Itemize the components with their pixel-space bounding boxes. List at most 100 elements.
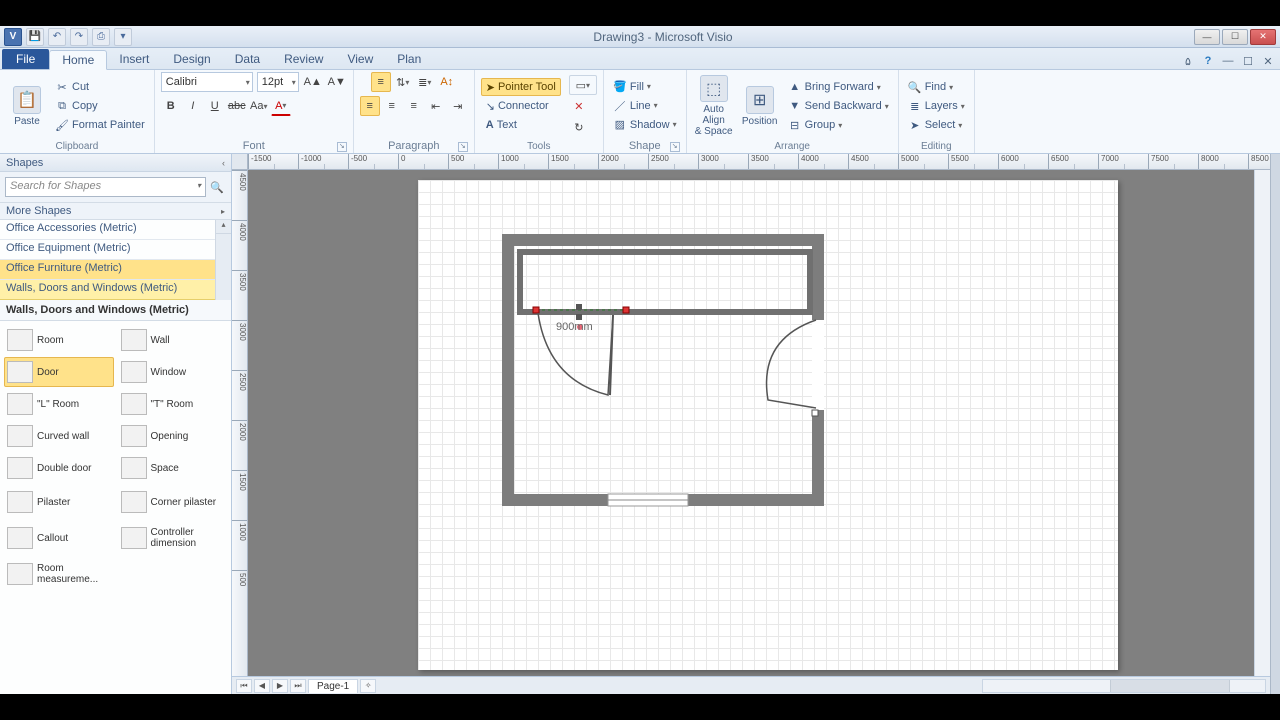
- stencil-walls-doors-windows[interactable]: Walls, Doors and Windows (Metric): [0, 280, 231, 300]
- vertical-scrollbar[interactable]: [1254, 170, 1270, 676]
- group-button[interactable]: ⊟Group: [785, 116, 892, 134]
- select-button[interactable]: ➤Select: [905, 116, 968, 134]
- window-restore-icon[interactable]: ☐: [1240, 53, 1256, 69]
- redo-icon[interactable]: ↷: [70, 28, 88, 46]
- shadow-button[interactable]: ▨Shadow: [610, 116, 680, 134]
- shape-item-corner-pilaster[interactable]: Corner pilaster: [118, 485, 228, 519]
- search-icon[interactable]: 🔍: [208, 177, 226, 197]
- layers-button[interactable]: ≣Layers: [905, 97, 968, 115]
- grow-font-button[interactable]: A▲: [303, 72, 323, 92]
- auto-align-button[interactable]: ⬚Auto Align & Space: [693, 75, 735, 137]
- find-button[interactable]: 🔍Find: [905, 78, 968, 96]
- case-button[interactable]: Aa: [249, 96, 269, 116]
- align-left-button[interactable]: ≡: [360, 96, 380, 116]
- strike-button[interactable]: abc: [227, 96, 247, 116]
- page-last-button[interactable]: ⏭: [290, 679, 306, 693]
- shape-launcher[interactable]: ↘: [670, 142, 680, 152]
- visio-icon[interactable]: V: [4, 28, 22, 46]
- stencil-office-accessories[interactable]: Office Accessories (Metric): [0, 220, 231, 240]
- font-family-combo[interactable]: Calibri: [161, 72, 253, 92]
- page-first-button[interactable]: ⏮: [236, 679, 252, 693]
- stencil-office-equipment[interactable]: Office Equipment (Metric): [0, 240, 231, 260]
- underline-button[interactable]: U: [205, 96, 225, 116]
- shape-item-controller-dimension[interactable]: Controller dimension: [118, 521, 228, 555]
- cut-button[interactable]: ✂Cut: [52, 78, 148, 96]
- shape-item-double-door[interactable]: Double door: [4, 453, 114, 483]
- search-shapes-input[interactable]: Search for Shapes: [5, 177, 206, 197]
- shape-item--t-room[interactable]: "T" Room: [118, 389, 228, 419]
- line-button[interactable]: ／Line: [610, 97, 680, 115]
- fill-button[interactable]: 🪣Fill: [610, 78, 680, 96]
- decrease-indent-button[interactable]: ⇤: [426, 96, 446, 116]
- align-right-button[interactable]: ≡: [404, 96, 424, 116]
- rotate-tool-button[interactable]: ↻: [569, 117, 589, 137]
- shape-item-callout[interactable]: Callout: [4, 521, 114, 555]
- valign-button[interactable]: ⇅: [393, 72, 413, 92]
- help-icon[interactable]: ?: [1200, 53, 1216, 69]
- tab-view[interactable]: View: [335, 49, 385, 69]
- more-shapes-header[interactable]: More Shapes▸: [0, 202, 231, 220]
- bold-button[interactable]: B: [161, 96, 181, 116]
- font-size-combo[interactable]: 12pt: [257, 72, 299, 92]
- shape-item--l-room[interactable]: "L" Room: [4, 389, 114, 419]
- font-color-button[interactable]: A: [271, 96, 291, 116]
- paste-button[interactable]: 📋 Paste: [6, 75, 48, 137]
- shape-item-space[interactable]: Space: [118, 453, 228, 483]
- text-direction-button[interactable]: A↕: [437, 72, 457, 92]
- align-center-button[interactable]: ≡: [382, 96, 402, 116]
- shape-item-window[interactable]: Window: [118, 357, 228, 387]
- selected-door[interactable]: [533, 304, 629, 395]
- horizontal-scrollbar[interactable]: [982, 679, 1266, 693]
- tab-plan[interactable]: Plan: [385, 49, 433, 69]
- drawing-page[interactable]: 900mm: [418, 180, 1118, 670]
- close-button[interactable]: ✕: [1250, 29, 1276, 45]
- shrink-font-button[interactable]: A▼: [327, 72, 347, 92]
- tab-file[interactable]: File: [2, 49, 49, 69]
- shapes-pane-close-icon[interactable]: ‹: [222, 158, 225, 168]
- shape-item-pilaster[interactable]: Pilaster: [4, 485, 114, 519]
- maximize-button[interactable]: ☐: [1222, 29, 1248, 45]
- tab-data[interactable]: Data: [223, 49, 272, 69]
- shape-item-curved-wall[interactable]: Curved wall: [4, 421, 114, 451]
- bullets-button[interactable]: ≣: [415, 72, 435, 92]
- text-tool-button[interactable]: AText: [481, 116, 561, 134]
- tab-insert[interactable]: Insert: [107, 49, 161, 69]
- stencil-scrollbar[interactable]: ▴: [215, 220, 231, 300]
- save-icon[interactable]: 💾: [26, 28, 44, 46]
- print-icon[interactable]: ⎙: [92, 28, 110, 46]
- window-close-icon[interactable]: ✕: [1260, 53, 1276, 69]
- pointer-tool-button[interactable]: ➤Pointer Tool: [481, 78, 561, 96]
- shape-item-wall[interactable]: Wall: [118, 325, 228, 355]
- position-button[interactable]: ⊞Position: [739, 75, 781, 137]
- page-tab[interactable]: Page-1: [308, 679, 358, 693]
- font-launcher[interactable]: ↘: [337, 142, 347, 152]
- shape-item-opening[interactable]: Opening: [118, 421, 228, 451]
- canvas-viewport[interactable]: 900mm: [248, 170, 1270, 676]
- increase-indent-button[interactable]: ⇥: [448, 96, 468, 116]
- italic-button[interactable]: I: [183, 96, 203, 116]
- page-prev-button[interactable]: ◀: [254, 679, 270, 693]
- delete-tool-button[interactable]: ✕: [569, 96, 589, 116]
- undo-icon[interactable]: ↶: [48, 28, 66, 46]
- connector-tool-button[interactable]: ↘Connector: [481, 97, 561, 115]
- format-painter-button[interactable]: 🖌Format Painter: [52, 116, 148, 134]
- tab-review[interactable]: Review: [272, 49, 335, 69]
- new-page-button[interactable]: ✧: [360, 679, 376, 693]
- send-backward-button[interactable]: ▼Send Backward: [785, 97, 892, 115]
- paragraph-launcher[interactable]: ↘: [458, 142, 468, 152]
- align-top-button[interactable]: ≡: [371, 72, 391, 92]
- right-task-pane-strip[interactable]: [1270, 154, 1280, 694]
- shape-item-room[interactable]: Room: [4, 325, 114, 355]
- window-min-icon[interactable]: —: [1220, 53, 1236, 69]
- minimize-button[interactable]: —: [1194, 29, 1220, 45]
- shape-item-room-measureme-[interactable]: Room measureme...: [4, 557, 114, 591]
- rectangle-tool-button[interactable]: ▭: [569, 75, 597, 95]
- page-next-button[interactable]: ▶: [272, 679, 288, 693]
- tab-home[interactable]: Home: [49, 50, 107, 70]
- shape-item-door[interactable]: Door: [4, 357, 114, 387]
- minimize-ribbon-icon[interactable]: ۵: [1180, 53, 1196, 69]
- tab-design[interactable]: Design: [161, 49, 222, 69]
- copy-button[interactable]: ⧉Copy: [52, 97, 148, 115]
- stencil-office-furniture[interactable]: Office Furniture (Metric): [0, 260, 231, 280]
- qat-customize-icon[interactable]: ▾: [114, 28, 132, 46]
